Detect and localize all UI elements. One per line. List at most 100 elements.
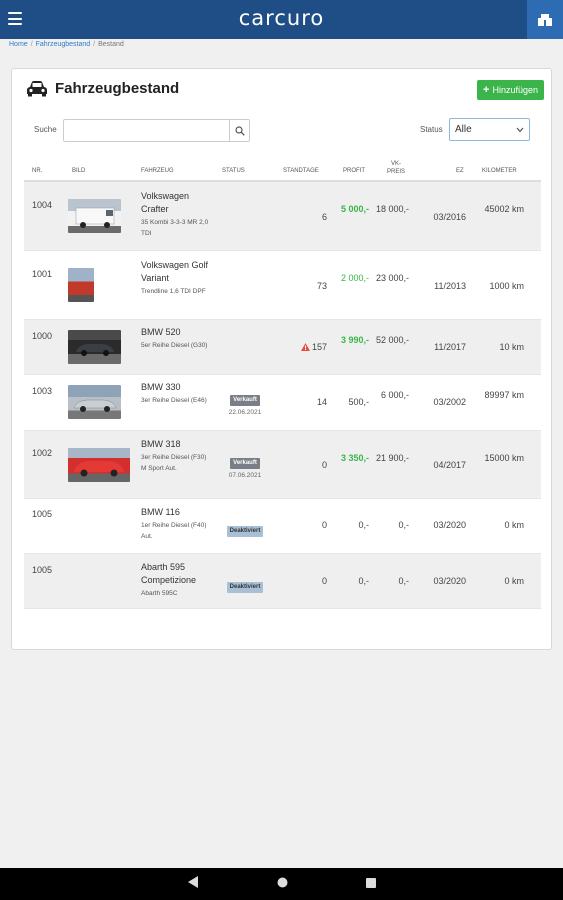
- status-filter-label: Status: [420, 125, 443, 134]
- standtage-value: 73: [316, 281, 327, 291]
- breadcrumb-fahrzeugbestand[interactable]: Fahrzeugbestand: [36, 41, 90, 48]
- row-nr: 1002: [32, 448, 53, 458]
- status-cell: Deaktiviert: [220, 519, 270, 537]
- row-nr: 1001: [32, 269, 53, 279]
- row-nr: 1005: [32, 565, 53, 575]
- vehicle-model[interactable]: BMW 330 3er Reihe Diesel (E46): [141, 381, 211, 406]
- status-cell: Verkauft 22.06.2021: [220, 388, 270, 416]
- vk-price-value: 21 900,-: [375, 453, 409, 463]
- header-ez[interactable]: EZ: [456, 167, 464, 175]
- km-value: 45002 km: [484, 204, 524, 214]
- profit-value: 2 000,-: [340, 273, 369, 283]
- ez-value: 03/2020: [433, 576, 466, 586]
- status-date: 22.06.2021: [228, 409, 262, 416]
- vk-price-value: 0,-: [398, 520, 409, 530]
- search-label: Suche: [34, 125, 57, 134]
- vk-price-value: 0,-: [398, 576, 409, 586]
- page-title: Fahrzeugbestand: [55, 80, 180, 97]
- header-fahrzeug[interactable]: FAHRZEUG: [141, 167, 174, 175]
- header-profit[interactable]: PROFIT: [343, 167, 365, 175]
- ez-value: 03/2016: [433, 212, 466, 222]
- recents-button[interactable]: [365, 875, 376, 893]
- km-value: 10 km: [499, 342, 524, 352]
- header-bild: BILD: [72, 168, 86, 174]
- vehicle-photo[interactable]: [68, 448, 130, 482]
- standtage-value: 0: [321, 576, 327, 586]
- status-filter-select[interactable]: Alle: [449, 118, 530, 141]
- table-row[interactable]: 1004 Volkswagen Crafter 35 Kombi 3-3-3 MR…: [24, 182, 541, 251]
- breadcrumb-home[interactable]: Home: [9, 41, 28, 48]
- vehicle-model[interactable]: BMW 318 3er Reihe Diesel (F30) M Sport Au…: [141, 438, 211, 474]
- standtage-value: 0: [321, 460, 327, 470]
- search-icon: [234, 125, 245, 136]
- table-row[interactable]: 1005 BMW 116 1er Reihe Diesel (F40) Aut. …: [24, 499, 541, 554]
- vehicle-model[interactable]: Volkswagen Golf Variant Trendline 1,6 TDI…: [141, 259, 211, 297]
- header-kilometer[interactable]: KILOMETER: [482, 167, 517, 175]
- standtage-value: 0: [321, 520, 327, 530]
- status-filter-value: Alle: [455, 124, 472, 135]
- add-button-label: Hinzufügen: [492, 85, 538, 95]
- row-nr: 1003: [32, 386, 53, 396]
- system-nav-bar: [0, 868, 563, 900]
- chevron-down-icon: [516, 127, 524, 132]
- car-icon: [27, 81, 47, 97]
- profit-value: 3 350,-: [340, 453, 369, 463]
- table-row[interactable]: 1002 BMW 318 3er Reihe Diesel (F30) M Spo…: [24, 431, 541, 499]
- van-image: [75, 207, 115, 228]
- vehicle-model[interactable]: Abarth 595 Competizione Abarth 595C: [141, 561, 221, 599]
- status-badge: Deaktiviert: [226, 582, 264, 593]
- vehicle-model[interactable]: BMW 520 5er Reihe Diesel (G30): [141, 326, 211, 351]
- km-value: 1000 km: [489, 281, 524, 291]
- warning-icon: [300, 343, 310, 351]
- header-nr[interactable]: NR.: [32, 167, 42, 175]
- vehicle-model[interactable]: Volkswagen Crafter 35 Kombi 3-3-3 MR 2,0 …: [141, 190, 211, 239]
- car-image: [76, 344, 114, 356]
- home-icon: [277, 877, 287, 888]
- km-value: 89997 km: [484, 390, 524, 400]
- add-vehicle-button[interactable]: + Hinzufügen: [477, 80, 544, 100]
- app-logo: carcuro: [238, 6, 325, 30]
- status-cell: Verkauft 07.06.2021: [220, 451, 270, 479]
- row-nr: 1000: [32, 331, 53, 341]
- profit-value: 5 000,-: [340, 204, 369, 214]
- recents-icon: [365, 878, 376, 888]
- profit-value: 500,-: [348, 397, 369, 407]
- vehicle-model[interactable]: BMW 116 1er Reihe Diesel (F40) Aut.: [141, 506, 211, 542]
- vehicle-photo[interactable]: [68, 385, 121, 419]
- header-standtage[interactable]: STANDTAGE: [283, 167, 319, 175]
- profit-value: 0,-: [358, 520, 369, 530]
- car-image: [74, 461, 124, 477]
- inventory-table: NR. BILD FAHRZEUG STATUS STANDTAGE PROFI…: [24, 157, 541, 609]
- home-button[interactable]: [277, 875, 288, 893]
- status-date: 07.06.2021: [228, 472, 262, 479]
- vk-price-value: 23 000,-: [375, 273, 409, 283]
- table-row[interactable]: 1005 Abarth 595 Competizione Abarth 595C …: [24, 554, 541, 609]
- table-row[interactable]: 1000 BMW 520 5er Reihe Diesel (G30) 157 3…: [24, 320, 541, 375]
- standtage-value: 157: [287, 340, 327, 354]
- ez-value: 03/2002: [433, 397, 466, 407]
- header-vk-preis[interactable]: VK- PREIS: [387, 160, 405, 176]
- table-row[interactable]: 1001 Volkswagen Golf Variant Trendline 1,…: [24, 251, 541, 320]
- vehicle-photo[interactable]: [68, 199, 121, 233]
- ez-value: 11/2017: [434, 342, 466, 352]
- table-header: NR. BILD FAHRZEUG STATUS STANDTAGE PROFI…: [24, 157, 541, 182]
- table-row[interactable]: 1003 BMW 330 3er Reihe Diesel (E46) Verka…: [24, 375, 541, 431]
- account-button[interactable]: [527, 0, 563, 39]
- breadcrumb-current: Bestand: [98, 41, 124, 48]
- status-badge: Verkauft: [230, 395, 260, 406]
- user-icon: [538, 13, 552, 26]
- vehicle-photo[interactable]: [68, 330, 121, 364]
- ez-value: 04/2017: [433, 460, 466, 470]
- search-input[interactable]: [63, 119, 230, 142]
- header-status[interactable]: STATUS: [222, 167, 245, 175]
- profit-value: 0,-: [358, 576, 369, 586]
- vk-price-value: 6 000,-: [380, 390, 409, 400]
- vehicle-photo[interactable]: [68, 268, 94, 302]
- standtage-value: 6: [321, 212, 327, 222]
- vk-price-value: 52 000,-: [375, 335, 409, 345]
- ez-value: 11/2013: [434, 281, 466, 291]
- ez-value: 03/2020: [433, 520, 466, 530]
- km-value: 15000 km: [484, 453, 524, 463]
- search-button[interactable]: [229, 119, 250, 142]
- back-button[interactable]: [187, 875, 199, 893]
